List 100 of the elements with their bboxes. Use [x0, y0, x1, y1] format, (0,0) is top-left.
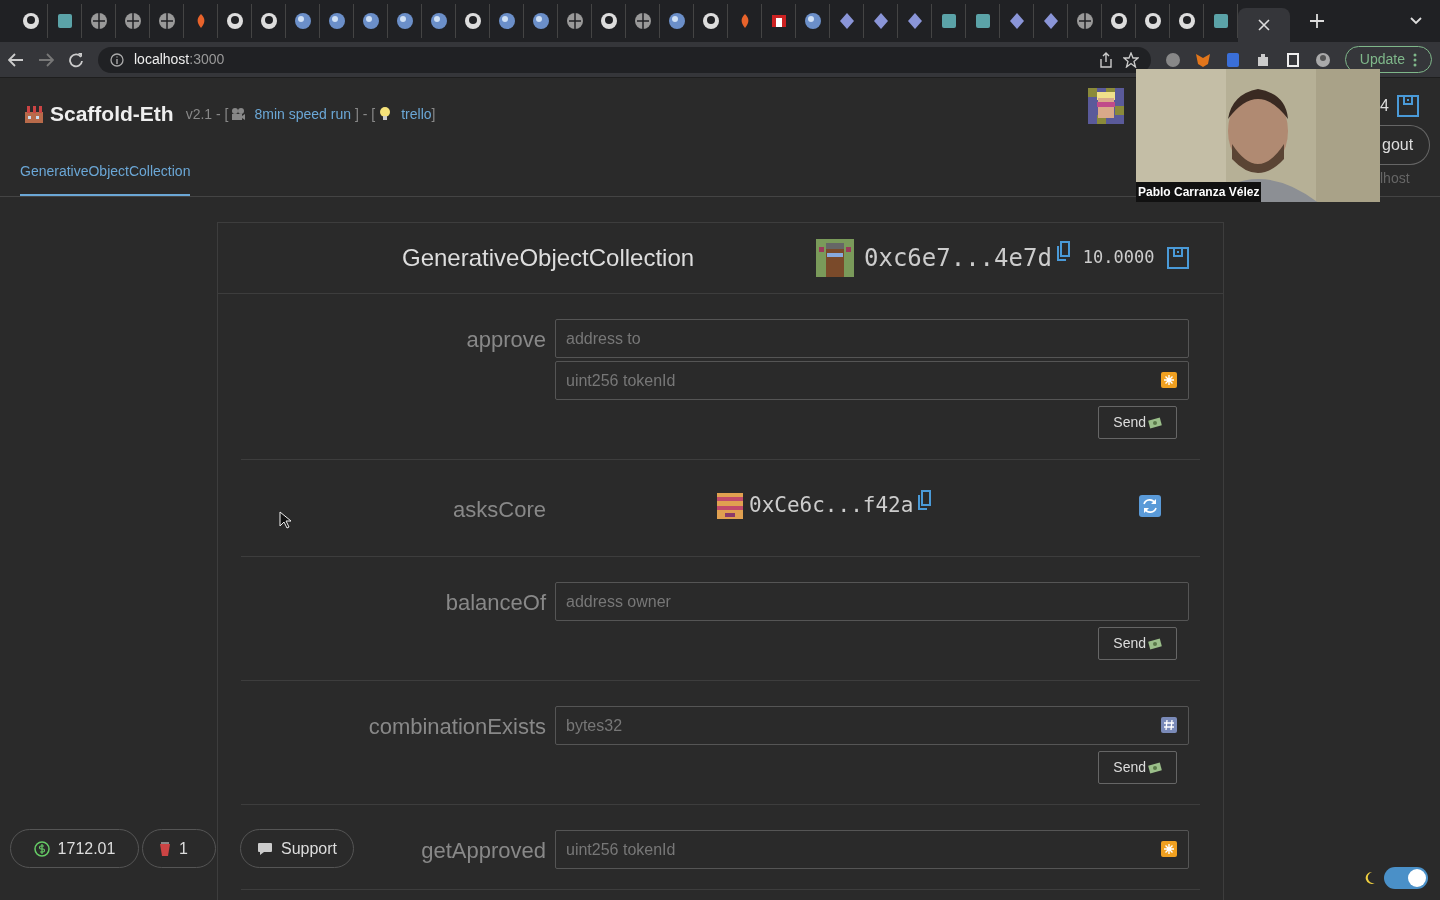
money-icon	[1148, 416, 1162, 429]
function-name: balanceOf	[445, 590, 546, 615]
gas-price-pill: 1712.01	[10, 829, 139, 868]
new-tab-icon[interactable]	[1310, 14, 1324, 28]
favicon-icon[interactable]	[1211, 12, 1230, 30]
favicon-icon[interactable]	[803, 12, 822, 30]
info-icon	[110, 52, 124, 67]
bracket-text: ]	[431, 104, 436, 124]
refresh-icon[interactable]	[1139, 494, 1161, 517]
favicon-icon[interactable]	[1041, 12, 1060, 30]
theme-toggle[interactable]	[1384, 867, 1428, 889]
favicon-icon[interactable]	[1075, 12, 1094, 30]
reload-icon[interactable]	[68, 51, 84, 68]
balance-text: 10.0000	[1082, 246, 1155, 270]
copy-icon[interactable]	[1055, 241, 1071, 261]
mouse-cursor-icon	[279, 511, 291, 529]
hash-icon	[1161, 717, 1177, 733]
video-caption: Pablo Carranza Vélez	[1136, 182, 1262, 202]
favicon-icon[interactable]	[225, 12, 244, 30]
avatar-icon	[1088, 88, 1124, 124]
send-button[interactable]: Send	[1098, 627, 1177, 660]
balance-text: 4	[1380, 96, 1389, 116]
favicon-icon[interactable]	[871, 12, 890, 30]
wallet-icon[interactable]	[1166, 247, 1189, 269]
favicon-icon[interactable]	[701, 12, 720, 30]
send-button[interactable]: Send	[1098, 406, 1177, 439]
money-icon	[1148, 637, 1162, 650]
favicon-icon[interactable]	[327, 12, 346, 30]
lightbulb-icon	[379, 106, 392, 122]
extension-icon[interactable]	[1314, 51, 1331, 68]
favicon-icon[interactable]	[429, 12, 448, 30]
favicon-icon[interactable]	[463, 12, 482, 30]
input-field[interactable]: bytes32	[555, 706, 1189, 745]
input-field[interactable]: address to	[555, 319, 1189, 358]
favicon-icon[interactable]	[21, 12, 40, 30]
contract-tab[interactable]: GenerativeObjectCollection	[20, 161, 191, 196]
forward-arrow-icon[interactable]	[38, 52, 54, 67]
favicon-icon[interactable]	[667, 12, 686, 30]
favicon-icon[interactable]	[1109, 12, 1128, 30]
star-icon[interactable]	[1122, 51, 1139, 68]
favicon-icon[interactable]	[123, 12, 142, 30]
favicon-icon[interactable]	[157, 12, 176, 30]
favicon-icon[interactable]	[293, 12, 312, 30]
favicon-icon[interactable]	[1143, 12, 1162, 30]
avatar-icon	[816, 239, 854, 277]
favicon-icon[interactable]	[395, 12, 414, 30]
asterisk-icon	[1161, 372, 1177, 388]
version-text: v2.1 - [	[185, 104, 229, 124]
favicon-icon[interactable]	[769, 12, 788, 30]
chevron-down-icon[interactable]	[1410, 17, 1422, 25]
separator-text: ] - [	[355, 104, 376, 124]
favicon-icon[interactable]	[599, 12, 618, 30]
wallet-icon[interactable]	[1396, 95, 1419, 117]
favicon-icon[interactable]	[497, 12, 516, 30]
avatar-icon	[717, 492, 743, 519]
film-camera-icon	[230, 107, 247, 121]
close-icon[interactable]	[1258, 19, 1270, 31]
function-name: asksCore	[453, 497, 546, 522]
faucet-button[interactable]: 1	[142, 829, 216, 868]
app-title: Scaffold-Eth	[50, 101, 174, 128]
address-bar[interactable]: localhost:3000	[98, 46, 1151, 73]
favicon-icon[interactable]	[973, 12, 992, 30]
favicon-icon[interactable]	[939, 12, 958, 30]
support-button[interactable]: Support	[240, 829, 355, 868]
input-field[interactable]: address owner	[555, 582, 1189, 621]
copy-icon[interactable]	[917, 489, 933, 510]
favicon-icon[interactable]	[531, 12, 550, 30]
back-arrow-icon[interactable]	[8, 52, 24, 67]
share-icon[interactable]	[1098, 51, 1113, 68]
trello-link[interactable]: trello	[401, 103, 432, 125]
favicon-icon[interactable]	[1007, 12, 1026, 30]
favicon-icon[interactable]	[633, 12, 652, 30]
bucket-icon	[159, 840, 171, 857]
favicon-icon[interactable]	[837, 12, 856, 30]
money-icon	[1148, 761, 1162, 774]
factory-icon	[24, 104, 44, 124]
kebab-menu-icon	[1413, 52, 1417, 67]
favicon-icon[interactable]	[55, 12, 74, 30]
speed-run-link[interactable]: 8min speed run	[254, 103, 351, 125]
address-text: 0xCe6c...f42a	[749, 491, 914, 519]
favicon-icon[interactable]	[259, 12, 278, 30]
speech-bubble-icon	[257, 841, 273, 856]
input-field[interactable]: uint256 tokenId	[555, 830, 1189, 869]
favicon-icon[interactable]	[905, 12, 924, 30]
moon-icon	[1364, 871, 1376, 885]
send-button[interactable]: Send	[1098, 751, 1177, 784]
extension-icon[interactable]	[1284, 51, 1301, 68]
function-name: combinationExists	[368, 714, 546, 739]
function-name: getApproved	[421, 838, 546, 863]
url-text: localhost:3000	[134, 50, 225, 69]
favicon-icon[interactable]	[361, 12, 380, 30]
dollar-icon	[33, 840, 50, 857]
favicon-icon[interactable]	[89, 12, 108, 30]
favicon-icon[interactable]	[1177, 12, 1196, 30]
input-field[interactable]: uint256 tokenId	[555, 361, 1189, 400]
contract-name: GenerativeObjectCollection	[402, 243, 696, 273]
asterisk-icon	[1161, 841, 1177, 857]
function-name: approve	[466, 327, 546, 352]
favicon-icon[interactable]	[565, 12, 584, 30]
address-text: 0xc6e7...4e7d	[864, 243, 1052, 274]
